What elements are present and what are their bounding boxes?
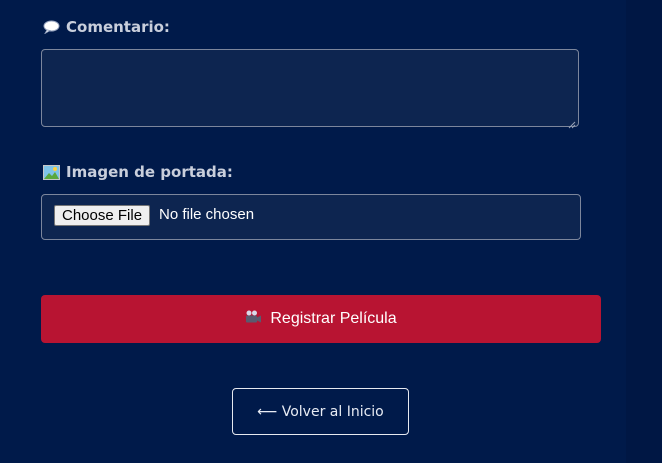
choose-file-button[interactable]: Choose File <box>54 205 151 226</box>
file-status: No file chosen <box>159 206 255 223</box>
cover-label-text: Imagen de portada: <box>66 163 233 181</box>
cover-file-input[interactable]: Choose File No file chosen <box>41 194 581 240</box>
picture-icon <box>43 165 60 180</box>
comment-textarea[interactable] <box>41 49 579 129</box>
movie-camera-icon <box>245 310 262 329</box>
register-movie-label: Registrar Película <box>270 310 397 327</box>
back-home-button[interactable]: ⟵ Volver al Inicio <box>232 388 409 435</box>
resize-handle-icon[interactable] <box>568 116 576 129</box>
speech-bubble-icon <box>43 20 60 35</box>
comment-label: Comentario: <box>43 18 170 36</box>
movie-form-page: Comentario: Imagen de portada: Choose Fi… <box>0 0 662 463</box>
register-movie-button[interactable]: Registrar Película <box>41 295 601 343</box>
page-edge <box>626 0 662 463</box>
back-home-label: ⟵ Volver al Inicio <box>257 403 384 420</box>
cover-label: Imagen de portada: <box>43 163 233 181</box>
comment-label-text: Comentario: <box>66 18 170 36</box>
